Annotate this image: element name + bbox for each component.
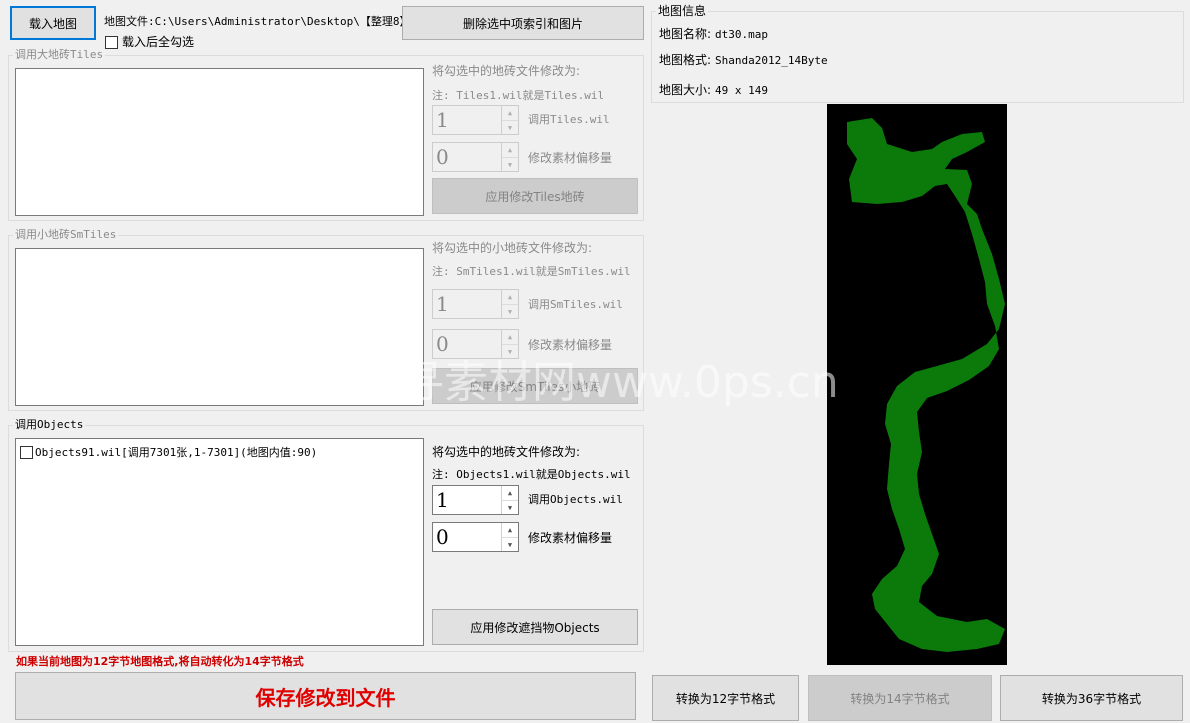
objects-item-checkbox[interactable]	[20, 445, 33, 459]
map-file-path: 地图文件:C:\Users\Administrator\Desktop\【整理8…	[104, 15, 418, 28]
map-path-graphic	[847, 118, 1005, 652]
objects-offset-value: 0	[436, 525, 449, 549]
tiles-list[interactable]	[15, 68, 424, 216]
list-item[interactable]: Objects91.wil[调用7301张,1-7301](地图内值:90)	[20, 445, 317, 459]
tiles-index-label: 调用Tiles.wil	[528, 113, 610, 126]
delete-selected-button[interactable]: 删除选中项索引和图片	[402, 6, 644, 40]
chevron-up-icon[interactable]: ▲	[502, 143, 518, 158]
convert-36byte-button[interactable]: 转换为36字节格式	[1000, 675, 1183, 721]
objects-note: 注: Objects1.wil就是Objects.wil	[432, 468, 631, 481]
map-name-value: dt30.map	[715, 28, 769, 41]
chevron-up-icon[interactable]: ▲	[502, 290, 518, 305]
smtiles-index-stepper[interactable]: 1 ▲ ▼	[432, 289, 519, 319]
map-size-label: 地图大小:	[659, 83, 712, 97]
objects-index-label: 调用Objects.wil	[528, 493, 623, 506]
map-size: 地图大小: 49 x 149	[659, 83, 768, 98]
select-all-label: 载入后全勾选	[122, 35, 195, 49]
apply-objects-button[interactable]: 应用修改遮挡物Objects	[432, 609, 638, 645]
tiles-offset-value: 0	[436, 145, 449, 169]
map-format: 地图格式: Shanda2012_14Byte	[659, 53, 828, 68]
tiles-index-value: 1	[436, 108, 449, 132]
objects-item-label: Objects91.wil[调用7301张,1-7301](地图内值:90)	[35, 446, 318, 459]
map-info-legend: 地图信息	[656, 4, 709, 18]
tiles-change-label: 将勾选中的地砖文件修改为:	[432, 64, 581, 78]
tiles-offset-stepper[interactable]: 0 ▲ ▼	[432, 142, 519, 172]
convert-12byte-button[interactable]: 转换为12字节格式	[652, 675, 799, 721]
chevron-up-icon[interactable]: ▲	[502, 106, 518, 121]
map-name-label: 地图名称:	[659, 27, 712, 41]
smtiles-change-label: 将勾选中的小地砖文件修改为:	[432, 241, 593, 255]
map-name: 地图名称: dt30.map	[659, 27, 768, 42]
objects-offset-label: 修改素材偏移量	[528, 531, 613, 545]
objects-offset-stepper[interactable]: 0 ▲ ▼	[432, 522, 519, 552]
smtiles-offset-value: 0	[436, 332, 449, 356]
smtiles-index-label: 调用SmTiles.wil	[528, 298, 623, 311]
tiles-index-stepper[interactable]: 1 ▲ ▼	[432, 105, 519, 135]
chevron-down-icon[interactable]: ▼	[502, 345, 518, 359]
map-preview	[827, 104, 1007, 665]
chevron-up-icon[interactable]: ▲	[502, 486, 518, 501]
objects-legend: 调用Objects	[13, 418, 86, 431]
chevron-down-icon[interactable]: ▼	[502, 121, 518, 135]
smtiles-legend: 调用小地砖SmTiles	[13, 228, 119, 241]
chevron-up-icon[interactable]: ▲	[502, 330, 518, 345]
select-all-checkbox[interactable]	[105, 36, 118, 49]
tiles-legend: 调用大地砖Tiles	[13, 48, 106, 61]
format-warning: 如果当前地图为12字节地图格式,将自动转化为14字节格式	[16, 655, 304, 668]
smtiles-index-value: 1	[436, 292, 449, 316]
apply-tiles-button[interactable]: 应用修改Tiles地砖	[432, 178, 638, 214]
smtiles-note: 注: SmTiles1.wil就是SmTiles.wil	[432, 265, 631, 278]
objects-index-value: 1	[436, 488, 449, 512]
chevron-down-icon[interactable]: ▼	[502, 305, 518, 319]
objects-index-stepper[interactable]: 1 ▲ ▼	[432, 485, 519, 515]
chevron-up-icon[interactable]: ▲	[502, 523, 518, 538]
map-format-label: 地图格式:	[659, 53, 712, 67]
map-format-value: Shanda2012_14Byte	[715, 54, 828, 67]
convert-14byte-button[interactable]: 转换为14字节格式	[808, 675, 992, 721]
chevron-down-icon[interactable]: ▼	[502, 501, 518, 515]
smtiles-list[interactable]	[15, 248, 424, 406]
smtiles-offset-label: 修改素材偏移量	[528, 338, 613, 352]
smtiles-offset-stepper[interactable]: 0 ▲ ▼	[432, 329, 519, 359]
objects-change-label: 将勾选中的地砖文件修改为:	[432, 445, 581, 459]
chevron-down-icon[interactable]: ▼	[502, 538, 518, 552]
tiles-offset-label: 修改素材偏移量	[528, 151, 613, 165]
apply-smtiles-button[interactable]: 应用修改SmTiles小地砖	[432, 368, 638, 404]
tiles-note: 注: Tiles1.wil就是Tiles.wil	[432, 89, 605, 102]
chevron-down-icon[interactable]: ▼	[502, 158, 518, 172]
map-size-value: 49 x 149	[715, 84, 769, 97]
save-to-file-button[interactable]: 保存修改到文件	[15, 672, 636, 720]
load-map-button[interactable]: 载入地图	[10, 6, 96, 40]
objects-list[interactable]: Objects91.wil[调用7301张,1-7301](地图内值:90)	[15, 438, 424, 646]
